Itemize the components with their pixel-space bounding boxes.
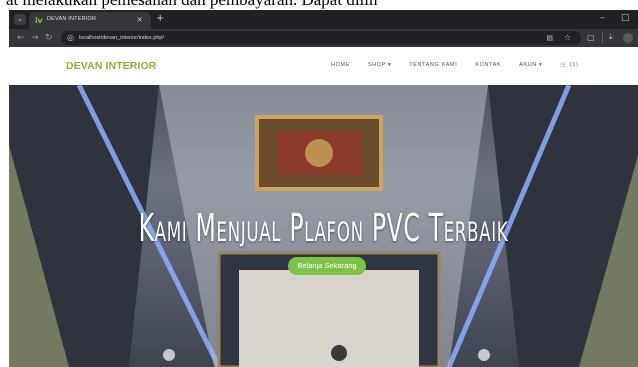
tab-devan-interior[interactable]: ⅳ DEVAN INTERIOR × bbox=[29, 12, 151, 29]
site-navbar: DEVAN INTERIOR HOME SHOP ▾ TENTANG KAMI … bbox=[9, 47, 638, 85]
tab-search-icon[interactable]: ⌄ bbox=[14, 14, 26, 25]
browser-toolbar: ← → ↻ ◎ localhost/devan_interior/index.p… bbox=[9, 29, 638, 47]
menu-item-kontak[interactable]: KONTAK bbox=[475, 62, 501, 68]
translate-icon[interactable]: ▤ bbox=[546, 33, 553, 43]
caption-text: at melakukan pemesanan dan pembayaran. D… bbox=[6, 0, 378, 8]
website-viewport: DEVAN INTERIOR HOME SHOP ▾ TENTANG KAMI … bbox=[9, 47, 638, 367]
profile-avatar[interactable] bbox=[623, 33, 633, 43]
hero-banner: Kami Menjual Plafon PVC Terbaik Belanja … bbox=[9, 85, 638, 367]
shop-now-button[interactable]: Belanja Sekarang bbox=[288, 257, 366, 275]
document-caption-fragment: at melakukan pemesanan dan pembayaran. D… bbox=[0, 0, 638, 10]
site-logo[interactable]: DEVAN INTERIOR bbox=[66, 60, 156, 72]
tab-close-icon[interactable]: × bbox=[136, 15, 143, 24]
back-icon[interactable]: ← bbox=[17, 32, 25, 44]
hero-title: Kami Menjual Plafon PVC Terbaik bbox=[138, 206, 509, 250]
address-bar[interactable]: ◎ localhost/devan_interior/index.php/ ▤ … bbox=[61, 31, 581, 45]
menu-item-home[interactable]: HOME bbox=[331, 62, 350, 68]
maximize-icon[interactable]: □ bbox=[621, 13, 630, 23]
forward-icon[interactable]: → bbox=[31, 32, 39, 44]
cart-button[interactable]: 🛒 (1) bbox=[560, 62, 578, 68]
url-text[interactable]: localhost/devan_interior/index.php/ bbox=[79, 34, 164, 42]
site-menu: HOME SHOP ▾ TENTANG KAMI KONTAK AKUN ▾ 🛒… bbox=[331, 62, 596, 68]
menu-item-akun[interactable]: AKUN ▾ bbox=[519, 62, 542, 68]
tab-strip: ⌄ ⅳ DEVAN INTERIOR × + – □ bbox=[9, 10, 638, 29]
bookmark-star-icon[interactable]: ☆ bbox=[564, 33, 571, 43]
menu-item-tentang-kami[interactable]: TENTANG KAMI bbox=[409, 62, 457, 68]
menu-item-shop[interactable]: SHOP ▾ bbox=[368, 62, 391, 68]
browser-window: ⌄ ⅳ DEVAN INTERIOR × + – □ ← → ↻ ◎ local… bbox=[9, 10, 638, 367]
new-tab-button[interactable]: + bbox=[156, 13, 164, 24]
download-icon[interactable]: ⤓ bbox=[609, 32, 613, 42]
toolbar-divider bbox=[602, 33, 603, 43]
tab-title: DEVAN INTERIOR bbox=[47, 16, 97, 22]
reload-icon[interactable]: ↻ bbox=[45, 32, 53, 44]
extensions-icon[interactable]: ▢ bbox=[587, 33, 595, 42]
favicon-icon: ⅳ bbox=[35, 16, 43, 25]
site-info-icon[interactable]: ◎ bbox=[67, 33, 74, 43]
minimize-icon[interactable]: – bbox=[600, 13, 605, 23]
